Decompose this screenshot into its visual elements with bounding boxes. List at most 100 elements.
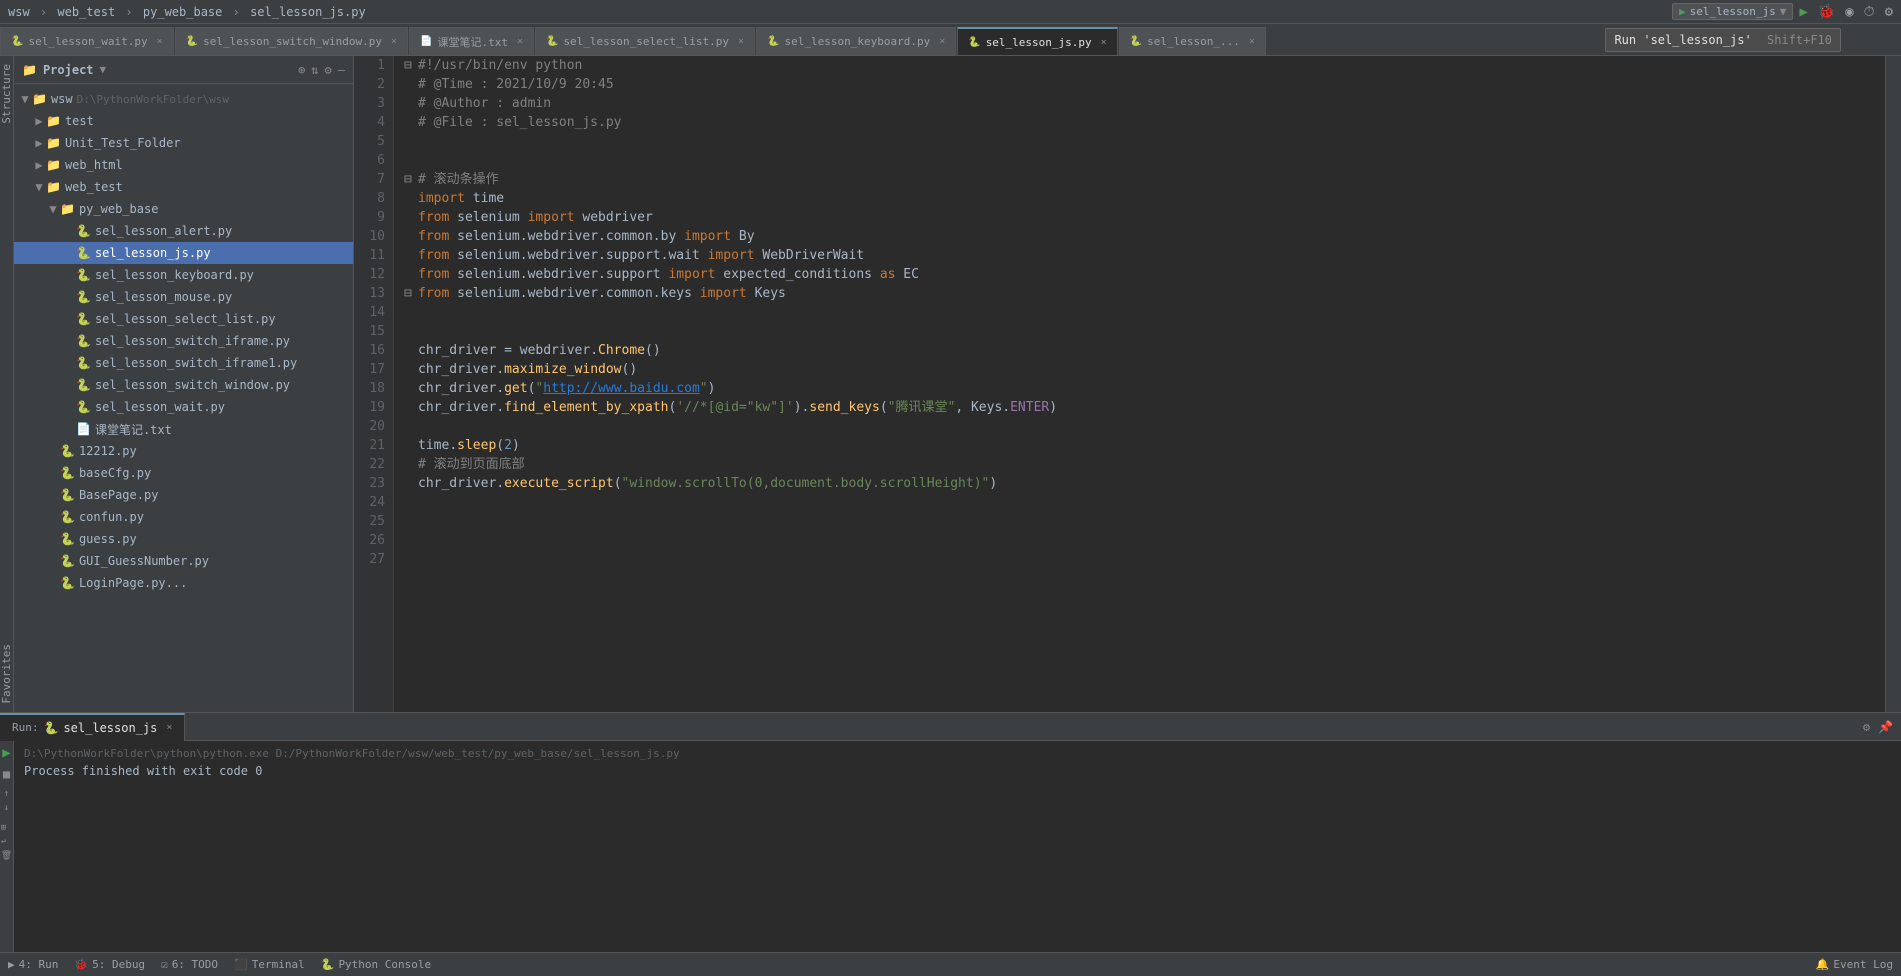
- settings-icon[interactable]: ⚙: [1881, 2, 1897, 22]
- tab-sel-lesson-select-list[interactable]: 🐍 sel_lesson_select_list.py ×: [535, 27, 755, 55]
- project-gear-icon[interactable]: ⚙: [325, 63, 332, 77]
- todo-status-icon: ☑: [161, 958, 168, 971]
- code-line-5: [404, 132, 1875, 151]
- terminal-status-item[interactable]: ⬛ Terminal: [234, 958, 305, 971]
- tree-item-12212[interactable]: ▶ 🐍 12212.py: [14, 440, 353, 462]
- profile-button[interactable]: ⏱: [1860, 2, 1879, 22]
- todo-status-item[interactable]: ☑ 6: TODO: [161, 958, 218, 971]
- scroll-up-icon[interactable]: ↑: [4, 789, 9, 799]
- tab-close-icon[interactable]: ×: [939, 36, 945, 47]
- code-line-25: [404, 512, 1875, 531]
- run-status-icon: ▶: [8, 958, 15, 971]
- run-again-button[interactable]: ▶: [2, 745, 10, 761]
- tab-close-icon[interactable]: ×: [738, 36, 744, 47]
- tree-item-web-html[interactable]: ▶ 📁 web_html: [14, 154, 353, 176]
- tree-item-py-web-base[interactable]: ▼ 📁 py_web_base: [14, 198, 353, 220]
- tree-item-sel-keyboard[interactable]: ▶ 🐍 sel_lesson_keyboard.py: [14, 264, 353, 286]
- debug-button[interactable]: 🐞: [1814, 2, 1839, 22]
- bottom-panel-icons: ⚙ 📌: [1863, 720, 1901, 734]
- run-tab-label: Run:: [12, 721, 39, 734]
- tab-sel-lesson-switch-window[interactable]: 🐍 sel_lesson_switch_window.py ×: [175, 27, 408, 55]
- tree-item-sel-wait[interactable]: ▶ 🐍 sel_lesson_wait.py: [14, 396, 353, 418]
- tree-item-sel-switch-iframe[interactable]: ▶ 🐍 sel_lesson_switch_iframe.py: [14, 330, 353, 352]
- wrap-icon[interactable]: ↩: [1, 837, 12, 847]
- python-console-status-item[interactable]: 🐍 Python Console: [321, 958, 431, 971]
- structure-tab[interactable]: Structure: [0, 60, 14, 128]
- run-status-item[interactable]: ▶ 4: Run: [8, 958, 58, 971]
- tree-item-guess[interactable]: ▶ 🐍 guess.py: [14, 528, 353, 550]
- coverage-button[interactable]: ◉: [1841, 2, 1857, 22]
- run-button[interactable]: ▶: [1795, 2, 1811, 22]
- tab-close-icon[interactable]: ×: [391, 36, 397, 47]
- project-panel-header: 📁 Project ▼ ⊕ ⇅ ⚙ —: [14, 56, 353, 84]
- toolbar-right: ▶ sel_lesson_js ▼ Run 'sel_lesson_js' Sh…: [1672, 0, 1901, 23]
- expand-icon[interactable]: ⊞: [1, 823, 12, 833]
- code-line-6: [404, 151, 1875, 170]
- tab-sel-lesson-js[interactable]: 🐍 sel_lesson_js.py ×: [957, 27, 1117, 55]
- status-bar: ▶ 4: Run 🐞 5: Debug ☑ 6: TODO ⬛ Terminal…: [0, 952, 1901, 976]
- code-editor[interactable]: 12345 678910 1112131415 1617181920 21222…: [354, 56, 1885, 712]
- tree-item-confun[interactable]: ▶ 🐍 confun.py: [14, 506, 353, 528]
- bottom-content-area: ▶ ■ ↑ ↓ ⊞ ↩ 🗑 D:\PythonWorkFolder\python…: [0, 741, 1901, 952]
- debug-status-item[interactable]: 🐞 5: Debug: [74, 958, 145, 971]
- tree-item-sel-js[interactable]: ▶ 🐍 sel_lesson_js.py: [14, 242, 353, 264]
- tree-item-web-test[interactable]: ▼ 📁 web_test: [14, 176, 353, 198]
- tab-close-icon[interactable]: ×: [157, 36, 163, 47]
- project-sync-icon[interactable]: ⇅: [311, 63, 318, 77]
- tab-sel-lesson-wait[interactable]: 🐍 sel_lesson_wait.py ×: [0, 27, 174, 55]
- run-tab-close-icon[interactable]: ×: [166, 722, 172, 733]
- tree-item-sel-alert[interactable]: ▶ 🐍 sel_lesson_alert.py: [14, 220, 353, 242]
- tree-item-sel-select[interactable]: ▶ 🐍 sel_lesson_select_list.py: [14, 308, 353, 330]
- project-tree: ▼ 📁 wsw D:\PythonWorkFolder\wsw ▶ 📁 test…: [14, 84, 353, 712]
- run-result: Process finished with exit code 0: [24, 764, 1891, 778]
- event-log-status-item[interactable]: 🔔 Event Log: [1816, 958, 1893, 971]
- tree-item-basepage[interactable]: ▶ 🐍 BasePage.py: [14, 484, 353, 506]
- tree-item-loginpage[interactable]: ▶ 🐍 LoginPage.py...: [14, 572, 353, 594]
- stop-button[interactable]: ■: [3, 767, 10, 781]
- tree-item-notes[interactable]: ▶ 📄 课堂笔记.txt: [14, 418, 353, 440]
- tab-sel-lesson-more[interactable]: 🐍 sel_lesson_... ×: [1119, 27, 1266, 55]
- tree-item-wsw[interactable]: ▼ 📁 wsw D:\PythonWorkFolder\wsw: [14, 88, 353, 110]
- bottom-pin-icon[interactable]: 📌: [1878, 720, 1893, 734]
- tab-close-icon[interactable]: ×: [517, 36, 523, 47]
- tree-item-unit-test[interactable]: ▶ 📁 Unit_Test_Folder: [14, 132, 353, 154]
- tree-item-basecfg[interactable]: ▶ 🐍 baseCfg.py: [14, 462, 353, 484]
- code-line-27: [404, 550, 1875, 569]
- tab-notes[interactable]: 📄 课堂笔记.txt ×: [409, 27, 534, 55]
- title-bar: wsw › web_test › py_web_base › sel_lesso…: [0, 0, 1901, 24]
- py-file-icon: 🐍: [767, 36, 779, 47]
- code-line-17: chr_driver.maximize_window(): [404, 360, 1875, 379]
- run-tab-filename: sel_lesson_js: [63, 721, 157, 735]
- project-settings-icon[interactable]: ⊕: [298, 63, 305, 77]
- py-file-icon: 🐍: [11, 36, 23, 47]
- code-line-16: chr_driver = webdriver.Chrome(): [404, 341, 1875, 360]
- code-line-21: time.sleep(2): [404, 436, 1875, 455]
- tree-item-sel-mouse[interactable]: ▶ 🐍 sel_lesson_mouse.py: [14, 286, 353, 308]
- run-config-selector[interactable]: ▶ sel_lesson_js ▼: [1672, 3, 1793, 20]
- bottom-settings-icon[interactable]: ⚙: [1863, 720, 1870, 734]
- py-file-icon: 🐍: [968, 37, 980, 48]
- run-command: D:\PythonWorkFolder\python\python.exe D:…: [24, 747, 1891, 760]
- code-line-14: [404, 303, 1875, 322]
- tab-close-icon[interactable]: ×: [1101, 37, 1107, 48]
- title-project: wsw › web_test › py_web_base › sel_lesso…: [8, 5, 366, 19]
- tab-close-icon[interactable]: ×: [1249, 36, 1255, 47]
- scroll-down-icon[interactable]: ↓: [4, 803, 9, 813]
- run-tooltip: Run 'sel_lesson_js' Shift+F10: [1605, 28, 1841, 52]
- tree-item-sel-switch-iframe1[interactable]: ▶ 🐍 sel_lesson_switch_iframe1.py: [14, 352, 353, 374]
- dropdown-arrow[interactable]: ▼: [100, 63, 107, 76]
- editor-area[interactable]: 12345 678910 1112131415 1617181920 21222…: [354, 56, 1885, 712]
- py-file-icon: 🐍: [546, 36, 558, 47]
- tab-sel-lesson-keyboard[interactable]: 🐍 sel_lesson_keyboard.py ×: [756, 27, 956, 55]
- favorites-tab[interactable]: Favorites: [0, 640, 14, 708]
- right-scrollbar[interactable]: [1885, 56, 1901, 712]
- project-panel: 📁 Project ▼ ⊕ ⇅ ⚙ — ▼ 📁 wsw D:\PythonWor…: [14, 56, 354, 712]
- py-file-icon: 🐍: [1130, 36, 1142, 47]
- left-panel-tabs: Structure Favorites: [0, 56, 14, 712]
- tree-item-gui-guess[interactable]: ▶ 🐍 GUI_GuessNumber.py: [14, 550, 353, 572]
- tree-item-sel-switch-window[interactable]: ▶ 🐍 sel_lesson_switch_window.py: [14, 374, 353, 396]
- tree-item-test[interactable]: ▶ 📁 test: [14, 110, 353, 132]
- project-minimize-icon[interactable]: —: [338, 63, 345, 77]
- delete-icon[interactable]: 🗑: [1, 851, 12, 861]
- run-tab[interactable]: Run: 🐍 sel_lesson_js ×: [0, 713, 185, 741]
